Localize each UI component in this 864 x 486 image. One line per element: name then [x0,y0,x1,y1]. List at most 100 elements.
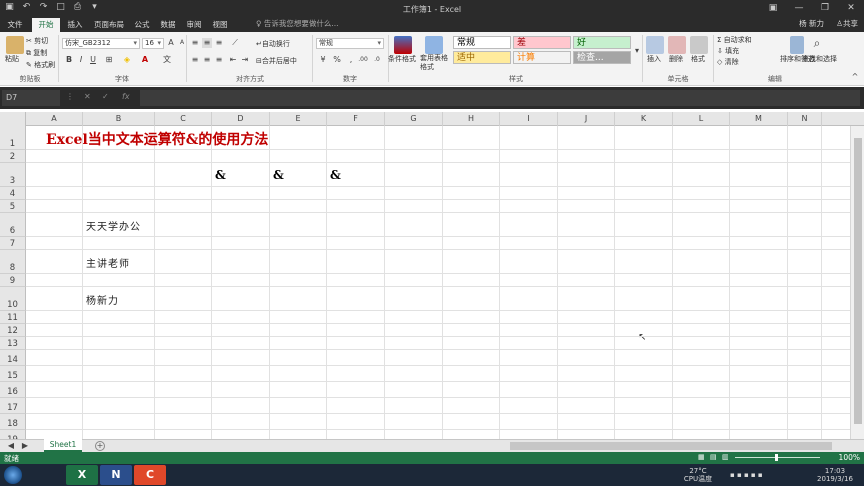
column-header-k[interactable]: K [615,112,673,126]
share-button[interactable]: ♙共享 [836,18,858,29]
enter-icon[interactable]: ✓ [102,92,109,101]
decrease-decimal-icon[interactable]: .0 [372,55,382,65]
cell-a1[interactable]: Excel当中文本运算符&的使用方法 [46,129,268,149]
column-header-a[interactable]: A [26,112,83,126]
tray-icons[interactable]: ▪ ▪ ▪ ▪ ▪ [730,471,763,479]
border-icon[interactable]: ⊞ [104,55,114,65]
close-icon[interactable]: ✕ [838,0,864,17]
fill-color-icon[interactable]: ◈ [122,55,132,65]
column-header-j[interactable]: J [558,112,615,126]
copy-button[interactable]: ⧉ 复制 [26,48,47,58]
name-box[interactable]: D7 [2,90,60,106]
grow-font-icon[interactable]: A [166,38,176,48]
column-header-m[interactable]: M [730,112,788,126]
style-neutral[interactable]: 适中 [453,51,511,64]
delete-cells-button[interactable]: 删除 [669,54,683,64]
percent-icon[interactable]: % [332,55,342,65]
phonetic-icon[interactable]: 文 [162,55,172,65]
row-header-18[interactable]: 18 [0,414,26,430]
recorder-taskbar-icon[interactable]: C [134,465,166,485]
cell-b10[interactable]: 杨新力 [86,292,119,307]
align-top-icon[interactable]: ≡ [190,38,200,48]
clock[interactable]: 17:03 2019/3/16 [810,467,860,483]
row-header-16[interactable]: 16 [0,382,26,398]
tab-review[interactable]: 审阅 [182,18,206,32]
table-format-button[interactable]: 套用表格格式 [420,54,450,72]
align-right-icon[interactable]: ≡ [214,55,224,65]
row-header-8[interactable]: 8 [0,250,26,274]
tab-home[interactable]: 开始 [32,18,60,32]
table-format-icon[interactable] [425,36,443,54]
italic-icon[interactable]: I [76,55,86,65]
insert-function-icon[interactable]: fx [122,92,130,101]
merge-center-button[interactable]: ⊟合并后居中 [256,56,297,66]
paste-icon[interactable] [6,36,24,54]
zoom-level[interactable]: 100% [839,453,860,462]
page-break-view-icon[interactable]: ▥ [722,453,729,461]
tab-formulas[interactable]: 公式 [130,18,154,32]
delete-cells-icon[interactable] [668,36,686,54]
style-good[interactable]: 好 [573,36,631,49]
tab-view[interactable]: 视图 [208,18,232,32]
underline-icon[interactable]: U [88,55,98,65]
app-taskbar-icon[interactable]: N [100,465,132,485]
style-normal[interactable]: 常规 [453,36,511,49]
horizontal-scrollbar[interactable] [510,442,832,450]
cancel-icon[interactable]: ✕ [84,92,91,101]
column-header-c[interactable]: C [155,112,212,126]
style-bad[interactable]: 差 [513,36,571,49]
user-name[interactable]: 杨 新力 [799,18,824,29]
row-header-5[interactable]: 5 [0,200,26,213]
excel-taskbar-icon[interactable]: X [66,465,98,485]
row-header-14[interactable]: 14 [0,350,26,366]
align-middle-icon[interactable]: ≡ [202,38,212,48]
clear-button[interactable]: ◇ 清除 [717,57,739,67]
row-header-13[interactable]: 13 [0,337,26,350]
cell-f3[interactable]: & [330,168,341,182]
orientation-icon[interactable]: ⟋ [230,38,240,48]
vertical-scrollbar[interactable] [850,126,864,439]
conditional-format-icon[interactable] [394,36,412,54]
page-layout-view-icon[interactable]: ▤ [710,453,717,461]
row-header-9[interactable]: 9 [0,274,26,287]
cell-d3[interactable]: & [215,168,226,182]
next-sheet-icon[interactable]: ▶ [20,441,30,451]
style-check-cell[interactable]: 检查... [573,51,631,64]
currency-icon[interactable]: ¥ [318,55,328,65]
normal-view-icon[interactable]: ▦ [698,453,705,461]
minimize-icon[interactable]: — [786,0,812,17]
zoom-knob[interactable] [775,454,778,461]
start-button[interactable] [4,466,22,484]
row-header-7[interactable]: 7 [0,237,26,250]
column-header-n[interactable]: N [788,112,822,126]
row-header-3[interactable]: 3 [0,163,26,187]
row-header-19[interactable]: 19 [0,430,26,439]
styles-more-icon[interactable]: ▾ [632,46,642,56]
increase-decimal-icon[interactable]: .00 [358,55,368,65]
column-header-f[interactable]: F [327,112,385,126]
zoom-slider[interactable] [735,454,820,461]
insert-cells-icon[interactable] [646,36,664,54]
comma-icon[interactable]: , [346,55,356,65]
style-calculation[interactable]: 计算 [513,51,571,64]
bold-icon[interactable]: B [64,55,74,65]
tab-page-layout[interactable]: 页面布局 [90,18,128,32]
tab-file[interactable]: 文件 [2,18,28,32]
format-cells-icon[interactable] [690,36,708,54]
format-painter-button[interactable]: ✎ 格式刷 [26,60,55,70]
wrap-text-button[interactable]: ↵自动换行 [256,39,290,49]
column-header-h[interactable]: H [443,112,500,126]
font-name-select[interactable]: 仿宋_GB2312 [62,38,140,49]
column-header-b[interactable]: B [83,112,155,126]
formula-input[interactable] [140,90,860,106]
scroll-thumb[interactable] [854,138,862,424]
autosum-button[interactable]: Σ 自动求和 [717,35,752,45]
conditional-format-button[interactable]: 条件格式 [388,54,416,64]
tell-me-box[interactable]: ♀ 告诉我您想要做什么... [256,18,339,29]
row-header-15[interactable]: 15 [0,366,26,382]
row-header-4[interactable]: 4 [0,187,26,200]
align-center-icon[interactable]: ≡ [202,55,212,65]
row-header-10[interactable]: 10 [0,287,26,311]
align-left-icon[interactable]: ≡ [190,55,200,65]
sort-filter-icon[interactable] [790,36,804,54]
